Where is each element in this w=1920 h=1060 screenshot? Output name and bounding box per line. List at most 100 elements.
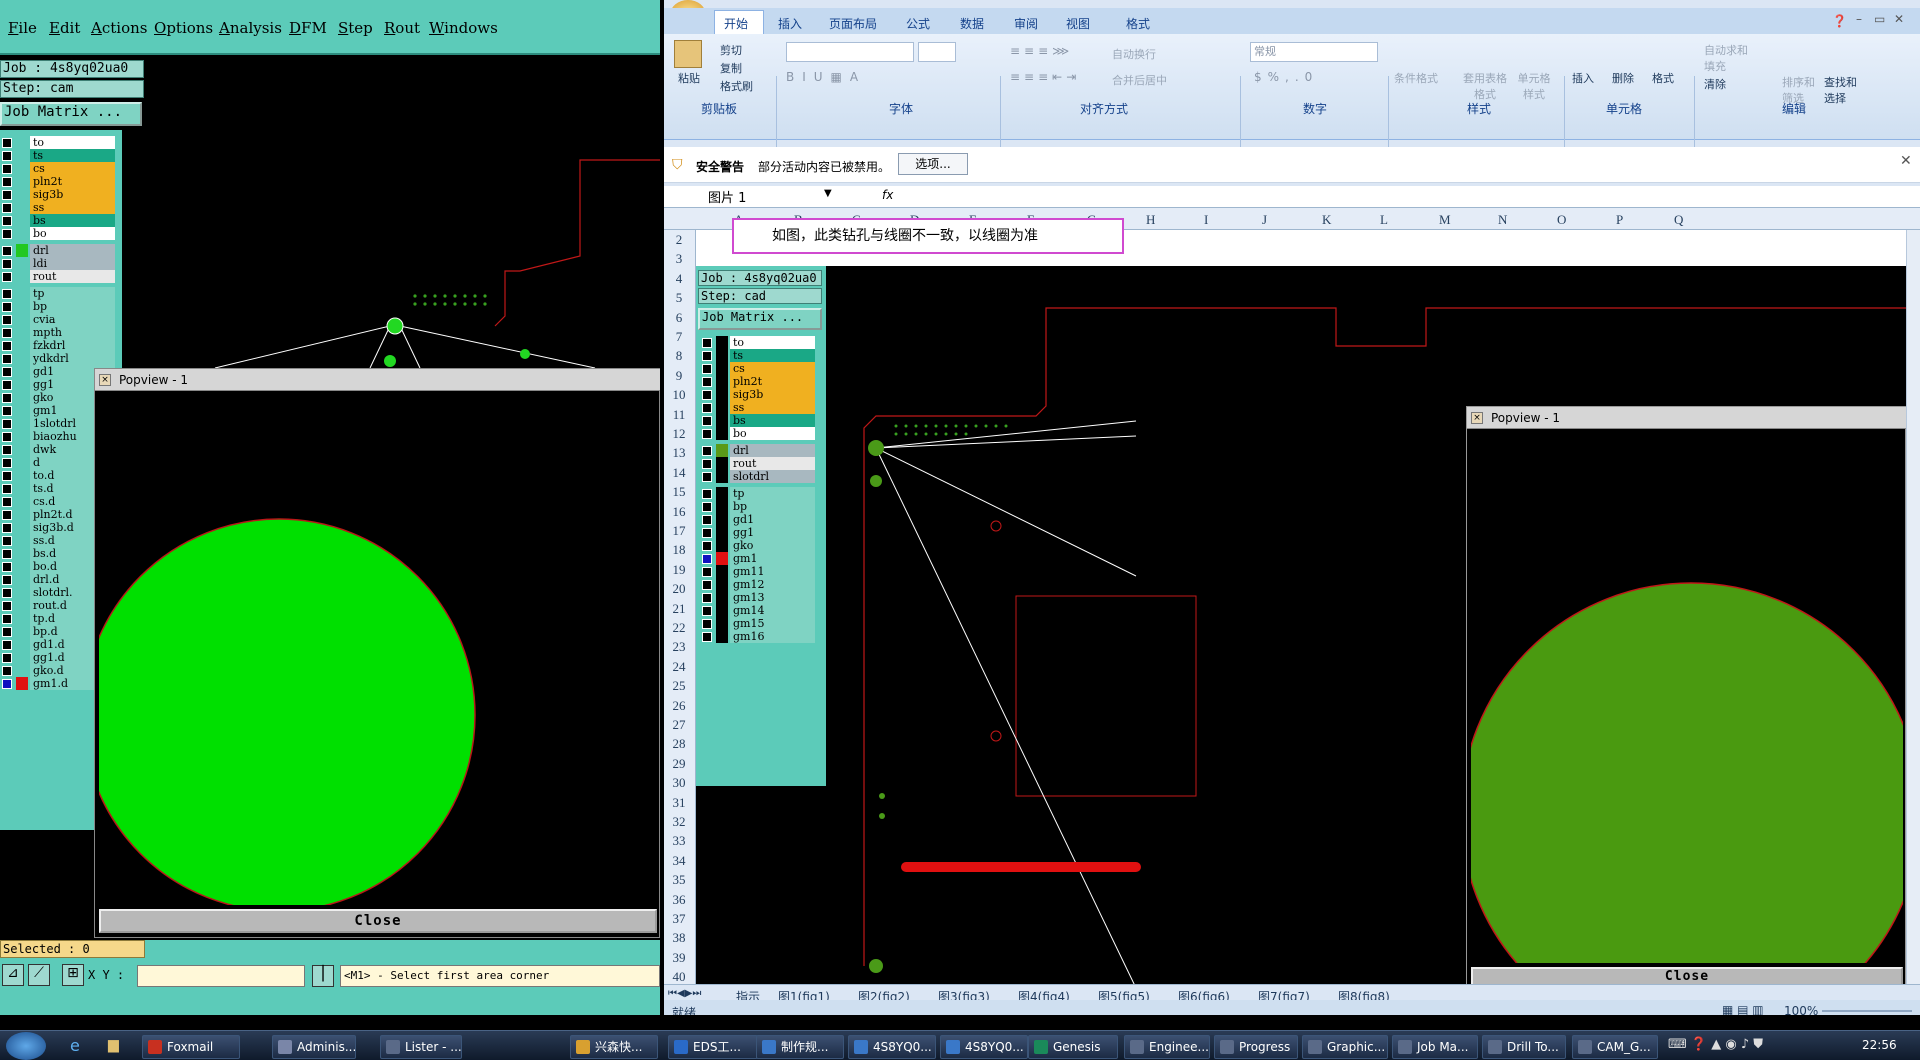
layer-row[interactable]: to	[0, 136, 120, 150]
row-header[interactable]: 25	[664, 678, 694, 694]
layer-row[interactable]: sig3b	[0, 188, 120, 202]
row-header[interactable]: 37	[664, 911, 694, 927]
layer-checkbox[interactable]	[2, 406, 12, 416]
row-header[interactable]: 8	[664, 348, 694, 364]
taskbar-button[interactable]: 兴森快...	[570, 1035, 658, 1059]
layer-checkbox[interactable]	[2, 627, 12, 637]
delete-cells-button[interactable]: 删除	[1612, 70, 1634, 86]
menu-analysis[interactable]: Analysis	[219, 19, 282, 37]
layer-checkbox[interactable]	[2, 575, 12, 585]
measure-icon[interactable]: ⟋	[28, 964, 50, 986]
taskbar-button[interactable]: Graphic...	[1302, 1035, 1388, 1059]
folder-icon[interactable]: ▆	[108, 1037, 119, 1053]
layer-checkbox[interactable]	[2, 614, 12, 624]
layer-name[interactable]: tp	[30, 287, 115, 300]
layer-checkbox[interactable]	[2, 445, 12, 455]
layer-color-swatch[interactable]	[16, 175, 28, 188]
menu-windows[interactable]: Windows	[429, 19, 498, 37]
row-header[interactable]: 6	[664, 310, 694, 326]
layer-checkbox[interactable]	[2, 640, 12, 650]
layer-name[interactable]: sig3b	[30, 188, 115, 201]
copy-button[interactable]: 复制	[720, 60, 742, 76]
layer-color-swatch[interactable]	[16, 404, 28, 417]
snap-icon[interactable]: ⊞	[62, 964, 84, 986]
layer-row[interactable]: ydkdrl	[0, 352, 120, 366]
help-icon[interactable]: ❓	[1832, 14, 1847, 28]
row-header[interactable]: 21	[664, 601, 694, 617]
row-header[interactable]: 14	[664, 465, 694, 481]
column-header[interactable]: I	[1204, 212, 1208, 228]
column-header[interactable]: Q	[1674, 212, 1683, 228]
tab-view[interactable]: 视图	[1066, 15, 1090, 32]
row-header[interactable]: 19	[664, 562, 694, 578]
layer-name[interactable]: rout	[30, 270, 115, 283]
layer-checkbox[interactable]	[2, 510, 12, 520]
taskbar-button[interactable]: 4S8YQ0...	[848, 1035, 936, 1059]
row-header[interactable]: 15	[664, 484, 694, 500]
start-button[interactable]	[6, 1032, 46, 1060]
taskbar-button[interactable]: Progress	[1214, 1035, 1298, 1059]
taskbar-button[interactable]: Job Ma...	[1392, 1035, 1478, 1059]
number-format-select[interactable]: 常规	[1250, 42, 1378, 62]
layer-checkbox[interactable]	[2, 536, 12, 546]
row-header[interactable]: 17	[664, 523, 694, 539]
row-header[interactable]: 26	[664, 698, 694, 714]
zoom-slider[interactable]	[1822, 1010, 1912, 1012]
layer-row[interactable]: pln2t	[0, 175, 120, 189]
xy-input[interactable]	[137, 965, 305, 987]
row-header[interactable]: 23	[664, 639, 694, 655]
note-textbox[interactable]: 如图，此类钻孔与线圈不一致，以线圈为准	[732, 218, 1124, 254]
layer-color-swatch[interactable]	[16, 612, 28, 625]
layer-checkbox[interactable]	[2, 177, 12, 187]
layer-color-swatch[interactable]	[16, 586, 28, 599]
layer-name[interactable]: fzkdrl	[30, 339, 115, 352]
row-header[interactable]: 39	[664, 950, 694, 966]
layer-color-swatch[interactable]	[16, 638, 28, 651]
layer-checkbox[interactable]	[2, 588, 12, 598]
layer-checkbox[interactable]	[2, 190, 12, 200]
column-header[interactable]: K	[1322, 212, 1331, 228]
layer-color-swatch[interactable]	[16, 339, 28, 352]
restore-icon[interactable]: ▭	[1874, 12, 1885, 26]
table-format-button[interactable]: 套用表格格式	[1458, 70, 1512, 102]
menu-actions[interactable]: Actions	[91, 19, 147, 37]
layer-color-swatch[interactable]	[16, 508, 28, 521]
taskbar-button[interactable]: Foxmail	[142, 1035, 240, 1059]
row-header[interactable]: 36	[664, 892, 694, 908]
wrap-text-button[interactable]: 自动换行	[1112, 46, 1156, 62]
layer-color-swatch[interactable]	[16, 313, 28, 326]
menu-rout[interactable]: Rout	[384, 19, 420, 37]
column-header[interactable]: N	[1498, 212, 1507, 228]
inner-popview-titlebar[interactable]: × Popview - 1	[1467, 407, 1907, 429]
taskbar-button[interactable]: 制作规...	[756, 1035, 844, 1059]
row-header[interactable]: 9	[664, 368, 694, 384]
layer-checkbox[interactable]	[2, 246, 12, 256]
formula-input[interactable]	[904, 187, 1914, 206]
layer-color-swatch[interactable]	[16, 201, 28, 214]
column-header[interactable]: H	[1146, 212, 1155, 228]
row-header[interactable]: 24	[664, 659, 694, 675]
font-name-select[interactable]	[786, 42, 914, 62]
layer-color-swatch[interactable]	[16, 573, 28, 586]
layer-name[interactable]: cs	[30, 162, 115, 175]
layer-color-swatch[interactable]	[16, 287, 28, 300]
cursor-mode-icon[interactable]: ⎮	[312, 965, 334, 987]
layer-color-swatch[interactable]	[16, 270, 28, 283]
layer-color-swatch[interactable]	[16, 456, 28, 469]
row-header[interactable]: 10	[664, 387, 694, 403]
cut-button[interactable]: 剪切	[720, 42, 742, 58]
taskbar-button[interactable]: Adminis...	[272, 1035, 356, 1059]
menu-dfm[interactable]: DFM	[289, 19, 327, 37]
layer-checkbox[interactable]	[2, 341, 12, 351]
merge-center-button[interactable]: 合并后居中	[1112, 72, 1167, 88]
layer-row[interactable]: drl	[0, 244, 120, 258]
tab-review[interactable]: 审阅	[1014, 15, 1038, 32]
layer-name[interactable]: cvia	[30, 313, 115, 326]
layer-checkbox[interactable]	[2, 164, 12, 174]
column-header[interactable]: P	[1616, 212, 1623, 228]
autosum-button[interactable]: 自动求和	[1704, 42, 1748, 58]
layer-row[interactable]: bo	[0, 227, 120, 241]
layer-color-swatch[interactable]	[16, 417, 28, 430]
layer-row[interactable]: rout	[0, 270, 120, 284]
row-header[interactable]: 33	[664, 833, 694, 849]
